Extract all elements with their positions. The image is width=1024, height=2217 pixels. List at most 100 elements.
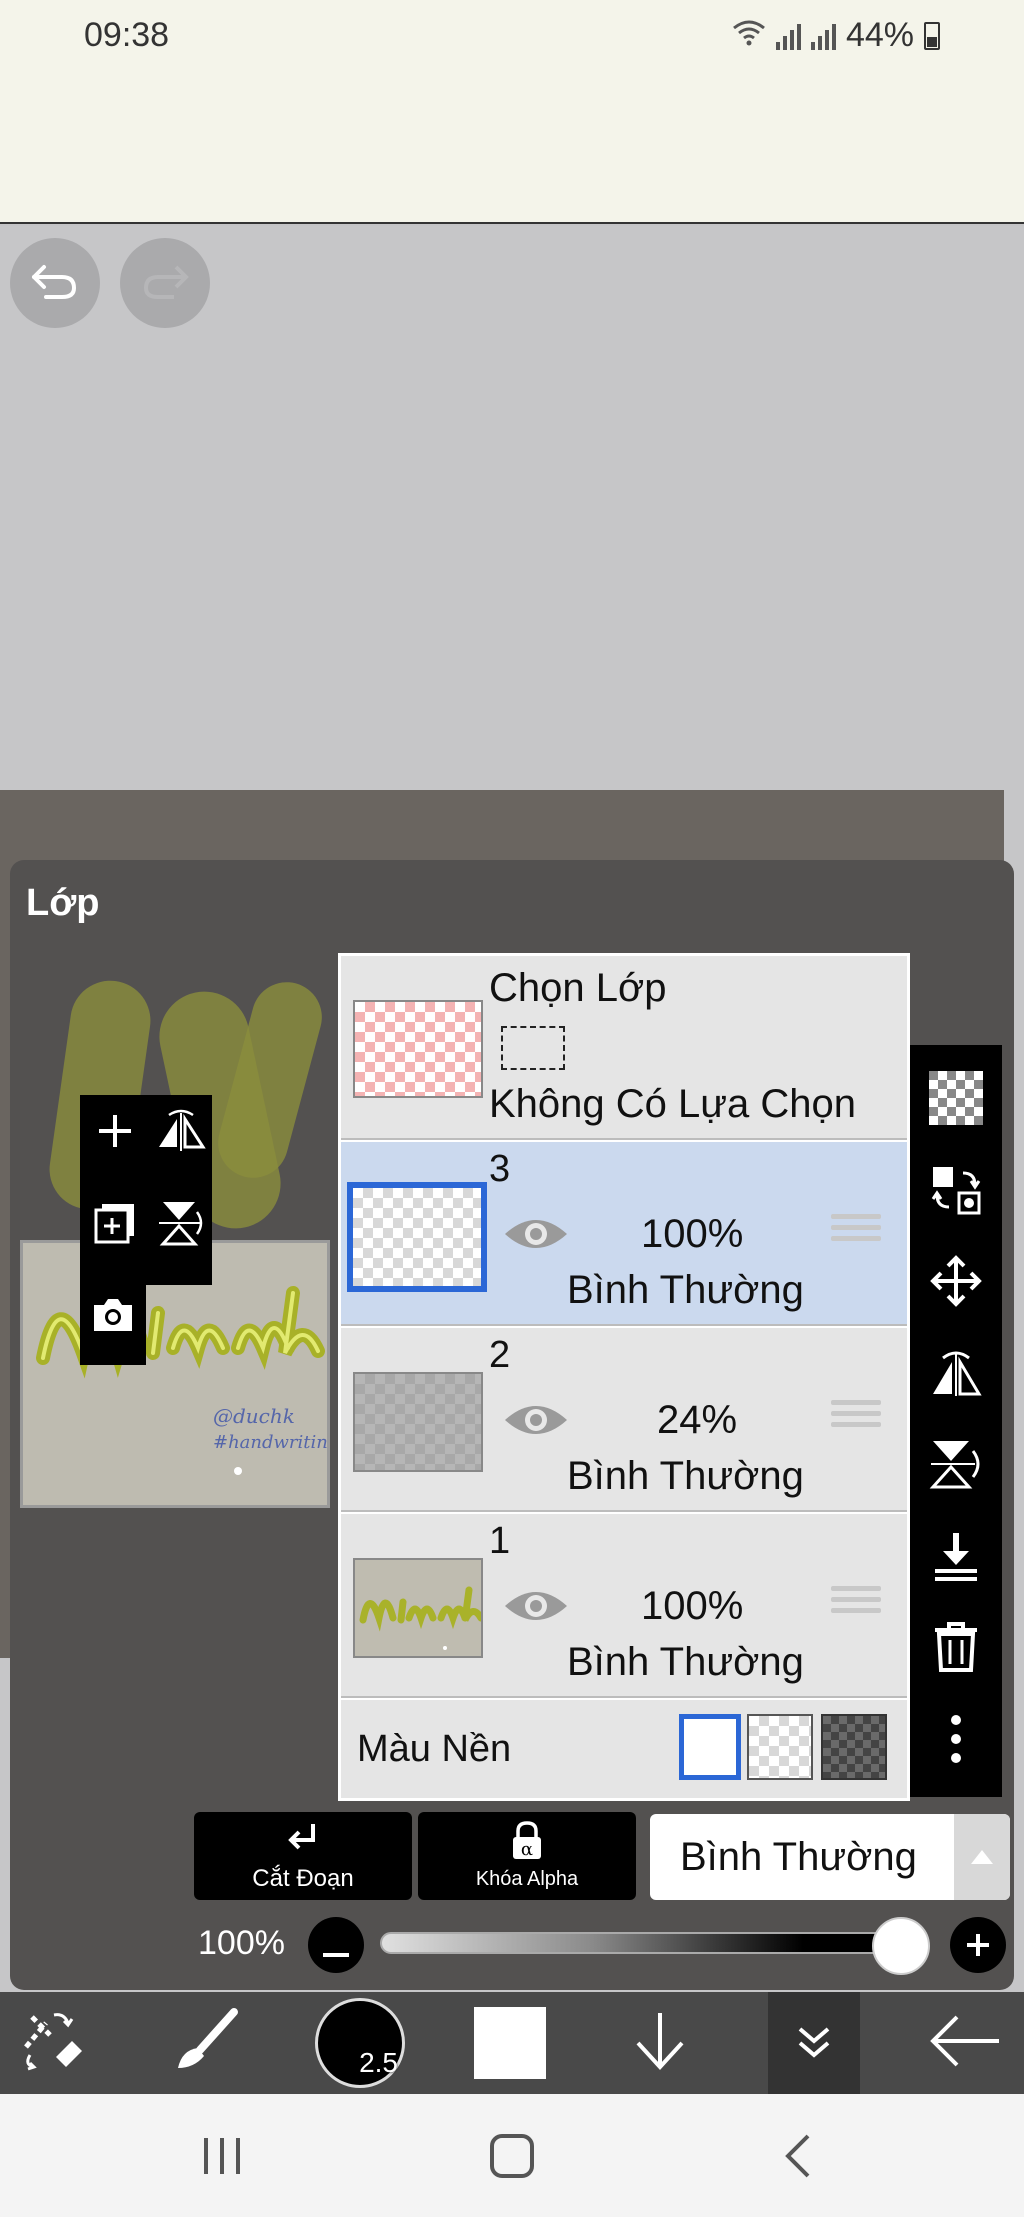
- blend-mode-select[interactable]: Bình Thường: [650, 1814, 1010, 1900]
- flip-horizontal-button[interactable]: [156, 1108, 206, 1158]
- flip-horizontal-icon: [929, 1348, 983, 1403]
- visibility-toggle[interactable]: [501, 1212, 571, 1261]
- opacity-slider[interactable]: [380, 1932, 910, 1954]
- layer-opacity: 100%: [641, 1584, 744, 1628]
- status-time: 09:38: [84, 16, 170, 54]
- transform-tool-button[interactable]: [0, 1992, 110, 2094]
- home-icon: [488, 2134, 536, 2184]
- selection-layer-title: Chọn Lớp: [489, 966, 667, 1010]
- background-dark-swatch[interactable]: [821, 1714, 887, 1780]
- opacity-decrease-button[interactable]: [308, 1917, 364, 1973]
- brush-icon: [170, 2006, 240, 2081]
- camera-icon: [90, 1295, 136, 1340]
- duplicate-layer-button[interactable]: [90, 1200, 140, 1250]
- merge-down-icon: [929, 1529, 983, 1588]
- clip-arrow-icon: [283, 1820, 323, 1863]
- minus-icon: [323, 1923, 349, 1968]
- redo-button[interactable]: [120, 238, 210, 328]
- clipping-button[interactable]: Cắt Đoạn: [194, 1812, 412, 1900]
- drag-handle-icon[interactable]: [831, 1586, 881, 1619]
- opacity-value: 100%: [198, 1924, 285, 1962]
- clipping-label: Cắt Đoạn: [252, 1864, 354, 1892]
- recent-apps-button[interactable]: [200, 2134, 246, 2183]
- alpha-lock-label: Khóa Alpha: [475, 1868, 579, 1890]
- plus-icon: [965, 1923, 991, 1968]
- layer-thumbnail: [353, 1372, 483, 1472]
- brush-size-button[interactable]: 2.5: [300, 1992, 420, 2094]
- merge-down-button[interactable]: [926, 1528, 986, 1588]
- transparent-icon: [929, 1071, 983, 1130]
- blend-mode-value: Bình Thường: [680, 1834, 917, 1879]
- add-layer-icon: [92, 1200, 138, 1251]
- back-nav-button[interactable]: [782, 2132, 812, 2185]
- layer-blend-mode: Bình Thường: [567, 1454, 804, 1498]
- layer-opacity: 24%: [657, 1398, 738, 1442]
- delete-layer-button[interactable]: [926, 1620, 986, 1680]
- transparent-button[interactable]: [926, 1071, 986, 1131]
- more-options-button[interactable]: [926, 1711, 986, 1771]
- chevron-double-down-icon: [794, 2021, 834, 2066]
- recent-apps-icon: [200, 2138, 246, 2182]
- move-button[interactable]: [926, 1254, 986, 1314]
- background-color-row: Màu Nền: [341, 1700, 907, 1798]
- brush-size-indicator: 2.5: [315, 1998, 405, 2088]
- layer-row[interactable]: 2 24% Bình Thường: [341, 1328, 907, 1512]
- layer-thumbnail: [353, 1558, 483, 1658]
- flip-vertical-layer-button[interactable]: [926, 1437, 986, 1497]
- selection-layer-row[interactable]: Chọn Lớp Không Có Lựa Chọn: [341, 956, 907, 1140]
- alpha-lock-button[interactable]: α Khóa Alpha: [418, 1812, 636, 1900]
- layer-blend-mode: Bình Thường: [567, 1268, 804, 1312]
- brush-size-value: 2.5: [359, 2047, 398, 2078]
- battery-percent: 44%: [845, 16, 914, 54]
- layer-row[interactable]: 1 100% Bình Thường: [341, 1514, 907, 1698]
- opacity-slider-knob[interactable]: [872, 1917, 930, 1975]
- arrow-down-icon: [630, 2009, 690, 2078]
- down-arrow-button[interactable]: [610, 1992, 710, 2094]
- visibility-toggle[interactable]: [501, 1584, 571, 1633]
- undo-icon: [30, 261, 80, 306]
- back-arrow-icon: [927, 2013, 1003, 2074]
- signal-icon: [775, 22, 801, 50]
- eye-icon: [501, 1406, 571, 1446]
- drag-handle-icon[interactable]: [831, 1214, 881, 1247]
- redo-icon: [140, 261, 190, 306]
- opacity-increase-button[interactable]: [950, 1917, 1006, 1973]
- swap-layer-button[interactable]: [926, 1162, 986, 1222]
- flip-vertical-button[interactable]: [156, 1200, 206, 1250]
- bottom-toolbar: 2.5: [0, 1992, 1024, 2094]
- color-button[interactable]: [460, 1992, 560, 2094]
- eye-icon: [501, 1592, 571, 1632]
- swap-icon: [929, 1163, 983, 1222]
- add-layer-button[interactable]: [90, 1108, 140, 1158]
- selection-layer-subtitle: Không Có Lựa Chọn: [489, 1082, 857, 1126]
- layer-blend-mode: Bình Thường: [567, 1640, 804, 1684]
- signal-icon-2: [810, 22, 836, 50]
- layer-opacity: 100%: [641, 1212, 744, 1256]
- svg-text:#handwriting: #handwriting: [213, 1432, 330, 1453]
- more-icon: [946, 1712, 966, 1771]
- flip-vertical-icon: [157, 1198, 205, 1253]
- plus-icon: [95, 1111, 135, 1156]
- flip-horizontal-layer-button[interactable]: [926, 1345, 986, 1405]
- layer-number: 1: [489, 1520, 511, 1562]
- battery-icon: [924, 21, 940, 50]
- svg-text:@duchk: @duchk: [213, 1404, 295, 1428]
- layers-list: Chọn Lớp Không Có Lựa Chọn 3 100% Bình T…: [338, 953, 910, 1801]
- camera-button[interactable]: [88, 1292, 138, 1342]
- layer-tools-toolbar: [910, 1045, 1002, 1797]
- eye-icon: [501, 1220, 571, 1260]
- back-button[interactable]: [910, 1992, 1020, 2094]
- drag-handle-icon[interactable]: [831, 1400, 881, 1433]
- layer-row[interactable]: 3 100% Bình Thường: [341, 1142, 907, 1326]
- brush-tool-button[interactable]: [150, 1992, 260, 2094]
- layer-number: 2: [489, 1334, 511, 1376]
- undo-button[interactable]: [10, 238, 100, 328]
- layer-number: 3: [489, 1148, 511, 1190]
- visibility-toggle[interactable]: [501, 1398, 571, 1447]
- home-button[interactable]: [488, 2132, 536, 2185]
- layer-panel-title: Lớp: [26, 882, 100, 924]
- layers-toggle-button[interactable]: [768, 1992, 860, 2094]
- background-transparent-swatch[interactable]: [747, 1714, 813, 1780]
- chevron-left-icon: [782, 2134, 812, 2184]
- background-white-swatch[interactable]: [679, 1714, 741, 1780]
